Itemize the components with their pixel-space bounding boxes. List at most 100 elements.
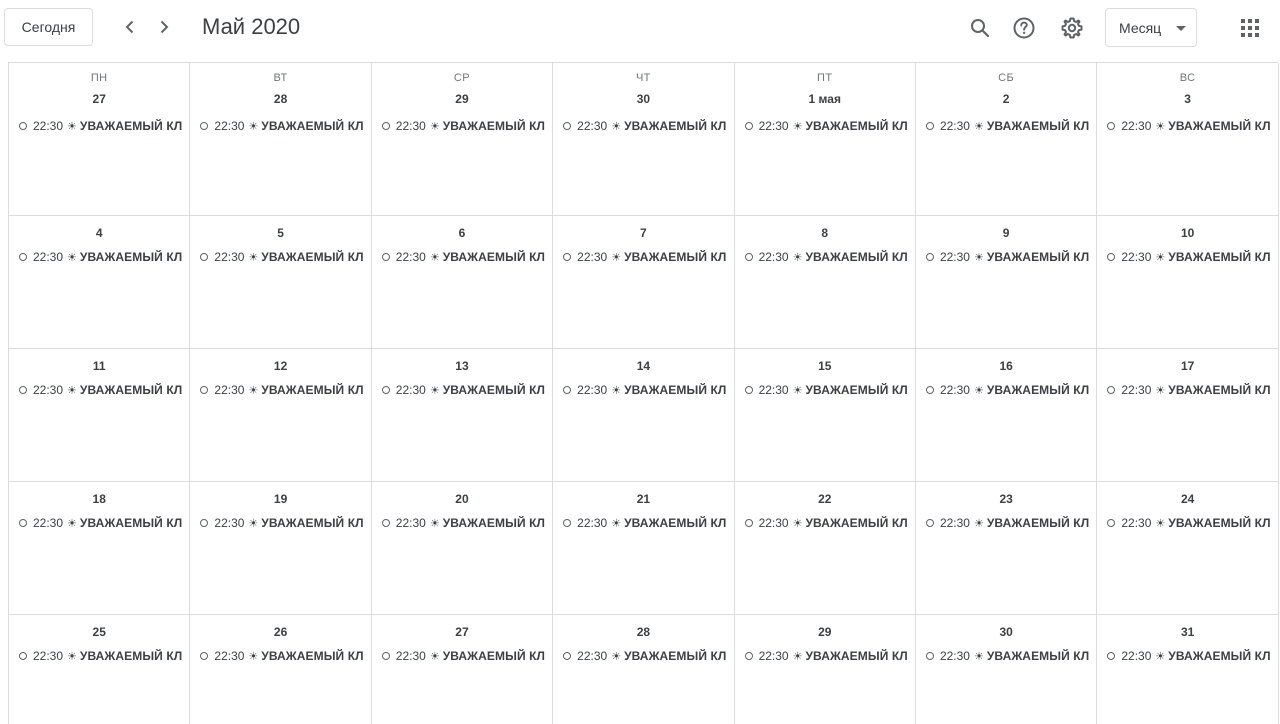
apps-button[interactable] <box>1233 11 1267 45</box>
day-cell[interactable]: 12 22:30 ☀ УВАЖАЕМЫЙ КЛ <box>190 349 372 482</box>
day-cell[interactable]: 9 22:30 ☀ УВАЖАЕМЫЙ КЛ <box>915 216 1098 349</box>
calendar-event[interactable]: 22:30 ☀ УВАЖАЕМЫЙ КЛ <box>19 381 189 399</box>
day-number[interactable]: 4 <box>9 226 189 240</box>
calendar-event[interactable]: 22:30 ☀ УВАЖАЕМЫЙ КЛ <box>563 248 733 266</box>
day-number[interactable]: 5 <box>190 226 370 240</box>
day-number[interactable]: 14 <box>553 359 733 373</box>
calendar-event[interactable]: 22:30 ☀ УВАЖАЕМЫЙ КЛ <box>563 514 733 532</box>
day-cell[interactable]: ВС 3 22:30 ☀ УВАЖАЕМЫЙ КЛ <box>1097 63 1279 216</box>
calendar-event[interactable]: 22:30 ☀ УВАЖАЕМЫЙ КЛ <box>381 647 552 665</box>
calendar-event[interactable]: 22:30 ☀ УВАЖАЕМЫЙ КЛ <box>19 647 189 665</box>
calendar-event[interactable]: 22:30 ☀ УВАЖАЕМЫЙ КЛ <box>200 381 370 399</box>
day-cell[interactable]: 5 22:30 ☀ УВАЖАЕМЫЙ КЛ <box>190 216 372 349</box>
day-cell[interactable]: 25 22:30 ☀ УВАЖАЕМЫЙ КЛ <box>9 615 191 724</box>
day-cell[interactable]: 31 22:30 ☀ УВАЖАЕМЫЙ КЛ <box>1097 615 1279 724</box>
search-button[interactable] <box>963 11 997 45</box>
day-number[interactable]: 22 <box>735 492 915 506</box>
day-number[interactable]: 26 <box>190 625 370 639</box>
day-cell[interactable]: 28 22:30 ☀ УВАЖАЕМЫЙ КЛ <box>553 615 735 724</box>
day-cell[interactable]: 17 22:30 ☀ УВАЖАЕМЫЙ КЛ <box>1097 349 1279 482</box>
calendar-event[interactable]: 22:30 ☀ УВАЖАЕМЫЙ КЛ <box>200 647 370 665</box>
day-number[interactable]: 18 <box>9 492 189 506</box>
day-cell[interactable]: 20 22:30 ☀ УВАЖАЕМЫЙ КЛ <box>371 482 554 615</box>
calendar-event[interactable]: 22:30 ☀ УВАЖАЕМЫЙ КЛ <box>200 117 370 135</box>
day-number[interactable]: 6 <box>372 226 552 240</box>
day-number[interactable]: 16 <box>916 359 1096 373</box>
calendar-event[interactable]: 22:30 ☀ УВАЖАЕМЫЙ КЛ <box>381 381 552 399</box>
day-number[interactable]: 2 <box>916 92 1096 106</box>
day-cell[interactable]: 27 22:30 ☀ УВАЖАЕМЫЙ КЛ <box>372 615 554 724</box>
day-number[interactable]: 24 <box>1097 492 1278 506</box>
day-cell[interactable]: 30 22:30 ☀ УВАЖАЕМЫЙ КЛ <box>916 615 1098 724</box>
today-button[interactable]: Сегодня <box>4 8 93 46</box>
calendar-event[interactable]: 22:30 ☀ УВАЖАЕМЫЙ КЛ <box>200 514 370 532</box>
day-number[interactable]: 15 <box>735 359 915 373</box>
day-number[interactable]: 28 <box>190 92 370 106</box>
day-cell[interactable]: 10 22:30 ☀ УВАЖАЕМЫЙ КЛ <box>1097 216 1279 349</box>
day-number[interactable]: 19 <box>190 492 370 506</box>
calendar-event[interactable]: 22:30 ☀ УВАЖАЕМЫЙ КЛ <box>1107 381 1278 399</box>
day-number[interactable]: 3 <box>1097 92 1278 106</box>
day-number[interactable]: 17 <box>1097 359 1278 373</box>
day-number[interactable]: 1 мая <box>735 92 915 106</box>
calendar-event[interactable]: 22:30 ☀ УВАЖАЕМЫЙ КЛ <box>925 381 1096 399</box>
day-cell[interactable]: СБ 2 22:30 ☀ УВАЖАЕМЫЙ КЛ <box>915 63 1098 216</box>
help-button[interactable] <box>1007 11 1041 45</box>
day-number[interactable]: 27 <box>372 625 552 639</box>
next-month-button[interactable] <box>149 12 179 42</box>
calendar-event[interactable]: 22:30 ☀ УВАЖАЕМЫЙ КЛ <box>1107 117 1278 135</box>
calendar-event[interactable]: 22:30 ☀ УВАЖАЕМЫЙ КЛ <box>744 381 915 399</box>
calendar-event[interactable]: 22:30 ☀ УВАЖАЕМЫЙ КЛ <box>744 514 915 532</box>
day-number[interactable]: 9 <box>916 226 1096 240</box>
day-number[interactable]: 31 <box>1097 625 1278 639</box>
calendar-event[interactable]: 22:30 ☀ УВАЖАЕМЫЙ КЛ <box>200 248 370 266</box>
calendar-event[interactable]: 22:30 ☀ УВАЖАЕМЫЙ КЛ <box>1107 647 1278 665</box>
calendar-event[interactable]: 22:30 ☀ УВАЖАЕМЫЙ КЛ <box>1107 514 1278 532</box>
day-number[interactable]: 21 <box>553 492 733 506</box>
calendar-event[interactable]: 22:30 ☀ УВАЖАЕМЫЙ КЛ <box>19 514 189 532</box>
calendar-event[interactable]: 22:30 ☀ УВАЖАЕМЫЙ КЛ <box>925 248 1096 266</box>
day-number[interactable]: 7 <box>553 226 733 240</box>
day-number[interactable]: 10 <box>1097 226 1278 240</box>
day-number[interactable]: 8 <box>735 226 915 240</box>
day-cell[interactable]: 18 22:30 ☀ УВАЖАЕМЫЙ КЛ <box>9 482 191 615</box>
calendar-event[interactable]: 22:30 ☀ УВАЖАЕМЫЙ КЛ <box>744 248 915 266</box>
day-number[interactable]: 20 <box>372 492 552 506</box>
calendar-event[interactable]: 22:30 ☀ УВАЖАЕМЫЙ КЛ <box>925 117 1096 135</box>
calendar-event[interactable]: 22:30 ☀ УВАЖАЕМЫЙ КЛ <box>925 514 1096 532</box>
calendar-event[interactable]: 22:30 ☀ УВАЖАЕМЫЙ КЛ <box>19 117 189 135</box>
day-cell[interactable]: 23 22:30 ☀ УВАЖАЕМЫЙ КЛ <box>915 482 1098 615</box>
calendar-event[interactable]: 22:30 ☀ УВАЖАЕМЫЙ КЛ <box>744 647 915 665</box>
day-number[interactable]: 23 <box>916 492 1096 506</box>
day-number[interactable]: 27 <box>9 92 189 106</box>
calendar-event[interactable]: 22:30 ☀ УВАЖАЕМЫЙ КЛ <box>563 381 733 399</box>
calendar-event[interactable]: 22:30 ☀ УВАЖАЕМЫЙ КЛ <box>1107 248 1278 266</box>
calendar-event[interactable]: 22:30 ☀ УВАЖАЕМЫЙ КЛ <box>744 117 915 135</box>
day-number[interactable]: 12 <box>190 359 370 373</box>
calendar-event[interactable]: 22:30 ☀ УВАЖАЕМЫЙ КЛ <box>19 248 189 266</box>
calendar-event[interactable]: 22:30 ☀ УВАЖАЕМЫЙ КЛ <box>563 647 733 665</box>
day-number[interactable]: 30 <box>553 92 733 106</box>
calendar-event[interactable]: 22:30 ☀ УВАЖАЕМЫЙ КЛ <box>925 647 1096 665</box>
settings-button[interactable] <box>1055 11 1089 45</box>
day-cell[interactable]: 7 22:30 ☀ УВАЖАЕМЫЙ КЛ <box>553 216 735 349</box>
day-cell[interactable]: 11 22:30 ☀ УВАЖАЕМЫЙ КЛ <box>9 349 191 482</box>
day-cell[interactable]: 15 22:30 ☀ УВАЖАЕМЫЙ КЛ <box>734 349 916 482</box>
calendar-event[interactable]: 22:30 ☀ УВАЖАЕМЫЙ КЛ <box>381 117 552 135</box>
day-cell[interactable]: СР 29 22:30 ☀ УВАЖАЕМЫЙ КЛ <box>371 63 554 216</box>
day-cell[interactable]: 13 22:30 ☀ УВАЖАЕМЫЙ КЛ <box>371 349 554 482</box>
day-number[interactable]: 11 <box>9 359 189 373</box>
day-number[interactable]: 29 <box>735 625 915 639</box>
day-cell[interactable]: ПН 27 22:30 ☀ УВАЖАЕМЫЙ КЛ <box>9 63 191 216</box>
day-cell[interactable]: 21 22:30 ☀ УВАЖАЕМЫЙ КЛ <box>553 482 735 615</box>
view-select[interactable]: Месяц <box>1105 8 1197 47</box>
day-cell[interactable]: 22 22:30 ☀ УВАЖАЕМЫЙ КЛ <box>734 482 916 615</box>
day-cell[interactable]: 19 22:30 ☀ УВАЖАЕМЫЙ КЛ <box>190 482 372 615</box>
day-cell[interactable]: 29 22:30 ☀ УВАЖАЕМЫЙ КЛ <box>735 615 916 724</box>
calendar-event[interactable]: 22:30 ☀ УВАЖАЕМЫЙ КЛ <box>381 248 552 266</box>
day-cell[interactable]: ЧТ 30 22:30 ☀ УВАЖАЕМЫЙ КЛ <box>553 63 735 216</box>
day-cell[interactable]: 6 22:30 ☀ УВАЖАЕМЫЙ КЛ <box>371 216 554 349</box>
day-cell[interactable]: 14 22:30 ☀ УВАЖАЕМЫЙ КЛ <box>553 349 735 482</box>
day-number[interactable]: 29 <box>372 92 552 106</box>
day-cell[interactable]: 26 22:30 ☀ УВАЖАЕМЫЙ КЛ <box>190 615 372 724</box>
